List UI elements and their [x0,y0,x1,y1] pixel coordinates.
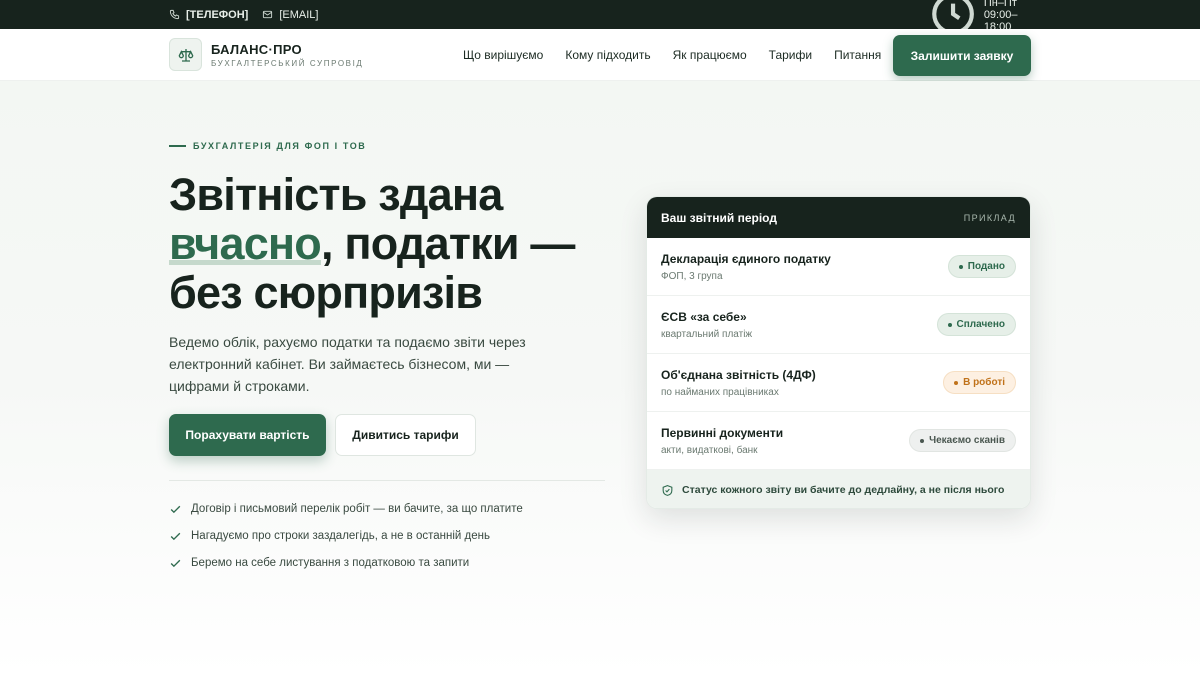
site-header: БАЛАНС·ПРО БУХГАЛТЕРСЬКИЙ СУПРОВІД Що ви… [0,29,1200,81]
card-footer: Статус кожного звіту ви бачите до дедлай… [647,470,1030,508]
check-icon [170,532,181,540]
view-pricing-button[interactable]: Дивитись тарифи [335,414,476,456]
status-badge: Сплачено [936,313,1016,336]
email-text: [EMAIL] [279,8,319,21]
logo[interactable]: БАЛАНС·ПРО БУХГАЛТЕРСЬКИЙ СУПРОВІД [169,38,363,71]
status-text: Чекаємо сканів [929,435,1005,446]
logo-mark [169,38,202,71]
card-footer-text: Статус кожного звіту ви бачите до дедлай… [682,484,1005,496]
status-dot [947,322,952,327]
report-title: Декларація єдиного податку [661,251,831,266]
benefit-text: Беремо на себе листування з податковою т… [191,557,470,569]
eyebrow-line [169,145,186,147]
report-row: Об'єднана звітність (4ДФ) по найманих пр… [647,354,1030,412]
hero-title: Звітність здана вчасно, податки — без сю… [169,170,609,317]
status-dot [958,264,963,269]
status-text: Подано [967,261,1005,272]
report-title: Об'єднана звітність (4ДФ) [661,367,816,382]
check-icon [170,505,181,513]
status-badge: Чекаємо сканів [909,429,1016,452]
status-text: В роботі [963,377,1005,388]
example-label: ПРИКЛАД [963,212,1016,223]
benefit-text: Договір і письмовий перелік робіт — ви б… [191,503,523,515]
hero-lead: Ведемо облік, рахуємо податки та подаємо… [169,334,526,394]
logo-text: БАЛАНС·ПРО БУХГАЛТЕРСЬКИЙ СУПРОВІД [211,42,363,68]
title-line-3: без сюрпризів [169,267,483,318]
report-subtitle: ФОП, 3 група [661,270,723,282]
main-nav: Що вирішуємо Кому підходить Як працюємо … [463,29,881,81]
nav-item-problems[interactable]: Що вирішуємо [463,48,543,62]
status-dot [954,380,959,385]
top-bar: [ТЕЛЕФОН] [EMAIL] Пн–Пт 09:00–18:00 [0,0,1200,36]
report-row: ЄСВ «за себе» квартальний платіж Сплачен… [647,296,1030,354]
report-title: Первинні документи [661,425,784,440]
brand-name: БАЛАНС·ПРО [211,41,302,57]
phone-icon [169,9,180,20]
status-badge: Подано [947,255,1016,278]
nav-item-faq[interactable]: Питання [834,48,881,62]
email-link[interactable]: [EMAIL] [262,9,318,21]
phone-link[interactable]: [ТЕЛЕФОН] [169,9,248,21]
report-subtitle: по найманих працівниках [661,386,779,398]
brand-tagline: БУХГАЛТЕРСЬКИЙ СУПРОВІД [211,58,364,68]
benefit-list: Договір і письмовий перелік робіт — ви б… [169,501,523,571]
phone-text: [ТЕЛЕФОН] [186,8,249,21]
report-row: Декларація єдиного податку ФОП, 3 група … [647,238,1030,296]
card-title: Ваш звітний період [661,210,777,225]
status-text: Сплачено [956,319,1005,330]
scales-icon [178,48,193,62]
hours-text: Пн–Пт 09:00–18:00 [983,0,1018,33]
check-icon [170,559,181,567]
title-line-1: Звітність здана [169,169,503,220]
title-accent: вчасно [169,218,322,269]
benefit-item: Договір і письмовий перелік робіт — ви б… [169,501,523,517]
leave-request-button[interactable]: Залишити заявку [893,35,1031,76]
title-line-2: , податки — [321,218,575,269]
calculate-price-button[interactable]: Порахувати вартість [169,414,326,456]
nav-item-process[interactable]: Як працюємо [673,48,747,62]
nav-item-pricing[interactable]: Тарифи [769,48,812,62]
hero-divider [169,480,605,481]
status-dot [920,438,925,443]
benefit-item: Беремо на себе листування з податковою т… [169,555,523,571]
status-badge: В роботі [943,371,1016,394]
report-subtitle: акти, видаткові, банк [661,444,758,456]
hero-eyebrow: БУХГАЛТЕРІЯ ДЛЯ ФОП І ТОВ [169,141,366,151]
benefit-text: Нагадуємо про строки заздалегідь, а не в… [191,530,490,542]
mail-icon [263,10,273,19]
contact-group: [ТЕЛЕФОН] [EMAIL] [169,9,318,21]
report-title: ЄСВ «за себе» [661,309,747,324]
report-subtitle: квартальний платіж [661,328,753,340]
reporting-period-card: Ваш звітний період ПРИКЛАД Декларація єд… [646,196,1031,509]
shield-check-icon [662,484,673,496]
card-header: Ваш звітний період ПРИКЛАД [647,197,1030,238]
eyebrow-text: БУХГАЛТЕРІЯ ДЛЯ ФОП І ТОВ [193,141,367,151]
report-row: Первинні документи акти, видаткові, банк… [647,412,1030,470]
benefit-item: Нагадуємо про строки заздалегідь, а не в… [169,528,523,544]
nav-item-audience[interactable]: Кому підходить [565,48,650,62]
